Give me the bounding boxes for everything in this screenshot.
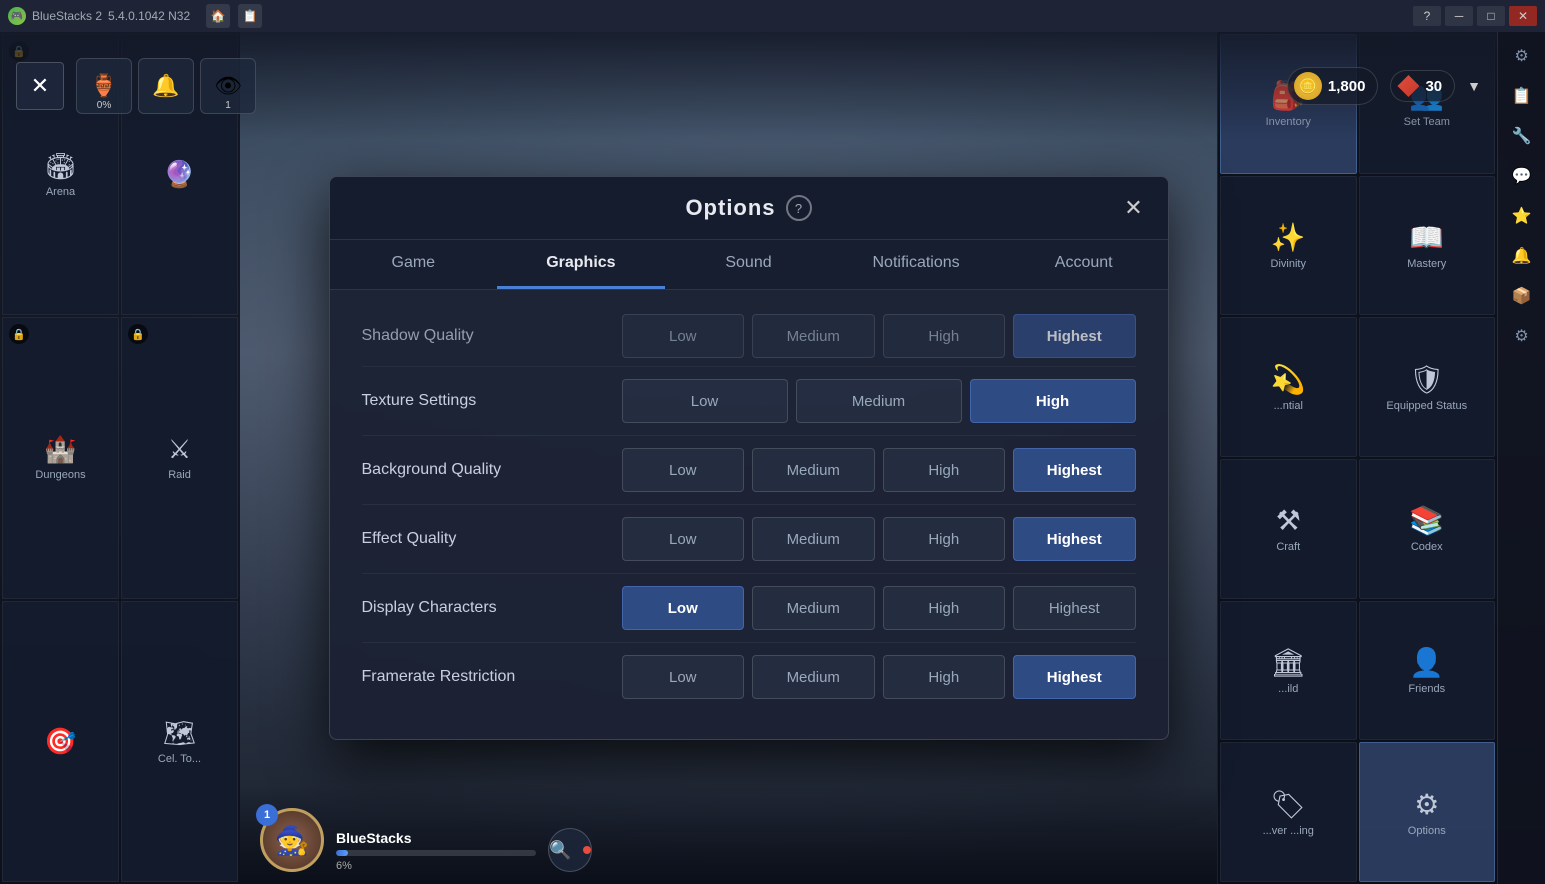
texture-high-btn[interactable]: High [970,379,1136,423]
effect-quality-row: Effect Quality Low Medium High Highest [362,505,1136,574]
framerate-label: Framerate Restriction [362,668,622,686]
sidebar-icon-7[interactable]: 📦 [1504,278,1540,314]
display-characters-label: Display Characters [362,599,622,617]
dc-medium-btn[interactable]: Medium [752,586,875,630]
texture-medium-btn[interactable]: Medium [796,379,962,423]
app-name: BlueStacks 2 [32,9,102,23]
effect-medium-btn[interactable]: Medium [752,517,875,561]
shadow-quality-row: Shadow Quality Low Medium High Highest [362,306,1136,367]
display-characters-row: Display Characters Low Medium High Highe… [362,574,1136,643]
display-characters-options: Low Medium High Highest [622,586,1136,630]
help-icon: ? [795,201,802,216]
bg-high-btn[interactable]: High [883,448,1006,492]
background-quality-row: Background Quality Low Medium High Highe… [362,436,1136,505]
home-icon[interactable]: 🏠 [206,4,230,28]
tab-graphics[interactable]: Graphics [497,240,665,289]
shadow-medium-btn[interactable]: Medium [752,314,875,358]
dialog-help-button[interactable]: ? [786,195,812,221]
effect-low-btn[interactable]: Low [622,517,745,561]
texture-settings-row: Texture Settings Low Medium High [362,367,1136,436]
dialog-title: Options [685,195,775,221]
sidebar-icon-8[interactable]: ⚙ [1504,318,1540,354]
sidebar-icon-3[interactable]: 🔧 [1504,118,1540,154]
texture-low-btn[interactable]: Low [622,379,788,423]
fr-medium-btn[interactable]: Medium [752,655,875,699]
bg-highest-btn[interactable]: Highest [1013,448,1136,492]
tab-account[interactable]: Account [1000,240,1168,289]
minimize-button[interactable]: ─ [1445,6,1473,26]
title-bar: 🎮 BlueStacks 2 5.4.0.1042 N32 🏠 📋 ? ─ □ … [0,0,1545,32]
dc-highest-btn[interactable]: Highest [1013,586,1136,630]
bg-low-btn[interactable]: Low [622,448,745,492]
fr-highest-btn[interactable]: Highest [1013,655,1136,699]
bookmark-icon[interactable]: 📋 [238,4,262,28]
app-logo: 🎮 [8,7,26,25]
sidebar-icon-5[interactable]: ⭐ [1504,198,1540,234]
framerate-options: Low Medium High Highest [622,655,1136,699]
sidebar-icon-2[interactable]: 📋 [1504,78,1540,114]
tab-game[interactable]: Game [330,240,498,289]
dialog-overlay: Options ? ✕ Game Graphics Sound Notifica… [0,32,1497,884]
background-options: Low Medium High Highest [622,448,1136,492]
effect-label: Effect Quality [362,530,622,548]
dialog-body: Shadow Quality Low Medium High Highest T… [330,290,1168,739]
shadow-quality-label: Shadow Quality [362,327,622,345]
dialog-tabs: Game Graphics Sound Notifications Accoun… [330,240,1168,290]
dc-low-btn[interactable]: Low [622,586,745,630]
sidebar-icon-6[interactable]: 🔔 [1504,238,1540,274]
shadow-highest-btn[interactable]: Highest [1013,314,1136,358]
texture-options: Low Medium High [622,379,1136,423]
effect-high-btn[interactable]: High [883,517,1006,561]
dialog-close-button[interactable]: ✕ [1116,190,1152,226]
effect-highest-btn[interactable]: Highest [1013,517,1136,561]
framerate-restriction-row: Framerate Restriction Low Medium High Hi… [362,643,1136,711]
sidebar-icon-4[interactable]: 💬 [1504,158,1540,194]
dialog-header: Options ? ✕ [330,177,1168,240]
sidebar-icon-1[interactable]: ⚙ [1504,38,1540,74]
shadow-high-btn[interactable]: High [883,314,1006,358]
tab-sound[interactable]: Sound [665,240,833,289]
dc-high-btn[interactable]: High [883,586,1006,630]
texture-label: Texture Settings [362,392,622,410]
fr-low-btn[interactable]: Low [622,655,745,699]
shadow-low-btn[interactable]: Low [622,314,745,358]
shadow-quality-options: Low Medium High Highest [622,314,1136,358]
close-button[interactable]: ✕ [1509,6,1537,26]
tab-notifications[interactable]: Notifications [832,240,1000,289]
effect-options: Low Medium High Highest [622,517,1136,561]
app-version: 5.4.0.1042 N32 [108,9,190,23]
help-button[interactable]: ? [1413,6,1441,26]
restore-button[interactable]: □ [1477,6,1505,26]
close-icon: ✕ [1124,195,1142,221]
bg-medium-btn[interactable]: Medium [752,448,875,492]
options-dialog: Options ? ✕ Game Graphics Sound Notifica… [329,176,1169,740]
right-sidebar: ⚙ 📋 🔧 💬 ⭐ 🔔 📦 ⚙ [1497,32,1545,884]
background-label: Background Quality [362,461,622,479]
fr-high-btn[interactable]: High [883,655,1006,699]
